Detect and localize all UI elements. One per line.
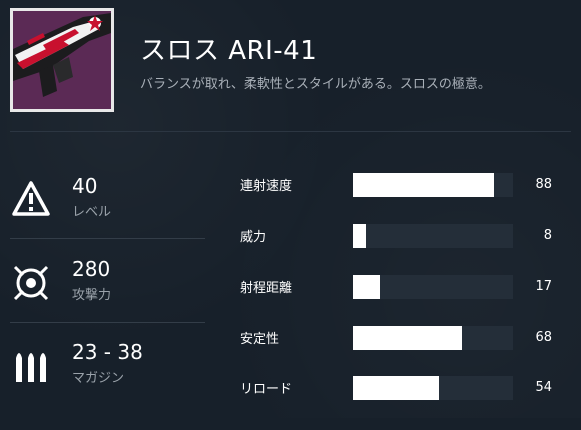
- stat-divider: [10, 238, 205, 239]
- level-value: 40: [72, 174, 98, 198]
- stat-bar-track: [353, 224, 513, 248]
- stat-label: 射程距離: [240, 281, 293, 296]
- stat-bar-fill: [353, 326, 462, 350]
- stat-label: 威力: [240, 230, 267, 245]
- stat-bar-track: [353, 173, 513, 197]
- attack-stat: 280 攻撃力: [0, 257, 205, 347]
- stat-row-stability: 安定性 68: [240, 326, 570, 350]
- stat-bar-track: [353, 376, 513, 400]
- level-stat: 40 レベル: [0, 174, 205, 264]
- ammo-bullets-icon: [16, 353, 46, 382]
- stat-bar-track: [353, 275, 513, 299]
- weapon-thumbnail: [10, 8, 114, 112]
- attack-label: 攻撃力: [72, 288, 112, 303]
- level-label: レベル: [72, 205, 112, 220]
- warning-triangle-icon: [12, 181, 50, 216]
- stat-bar-fill: [353, 224, 366, 248]
- stat-divider: [10, 322, 205, 323]
- stat-bar-fill: [353, 275, 381, 299]
- stat-row-impact: 威力 8: [240, 224, 570, 248]
- stat-label: 連射速度: [240, 179, 293, 194]
- stat-value: 8: [543, 228, 552, 243]
- magazine-value: 23 - 38: [72, 340, 143, 364]
- header-divider: [10, 131, 571, 132]
- stat-label: リロード: [240, 382, 293, 397]
- auto-rifle-icon: [13, 11, 111, 109]
- stat-row-rate-of-fire: 連射速度 88: [240, 173, 570, 197]
- attack-value: 280: [72, 257, 111, 281]
- attack-crosshair-icon: [13, 265, 49, 301]
- stat-row-range: 射程距離 17: [240, 275, 570, 299]
- weapon-description: バランスが取れ、柔軟性とスタイルがある。スロスの極意。: [140, 77, 491, 92]
- magazine-stat: 23 - 38 マガジン: [0, 340, 205, 430]
- stat-bar-fill: [353, 376, 440, 400]
- stat-bar-fill: [353, 173, 494, 197]
- stat-label: 安定性: [240, 332, 280, 347]
- magazine-label: マガジン: [72, 371, 125, 386]
- stat-bar-track: [353, 326, 513, 350]
- stat-value: 68: [535, 330, 552, 345]
- stat-value: 88: [535, 177, 552, 192]
- weapon-name: スロス ARI-41: [140, 36, 318, 66]
- stat-row-reload: リロード 54: [240, 376, 570, 400]
- stat-value: 17: [535, 279, 552, 294]
- stat-value: 54: [535, 380, 552, 395]
